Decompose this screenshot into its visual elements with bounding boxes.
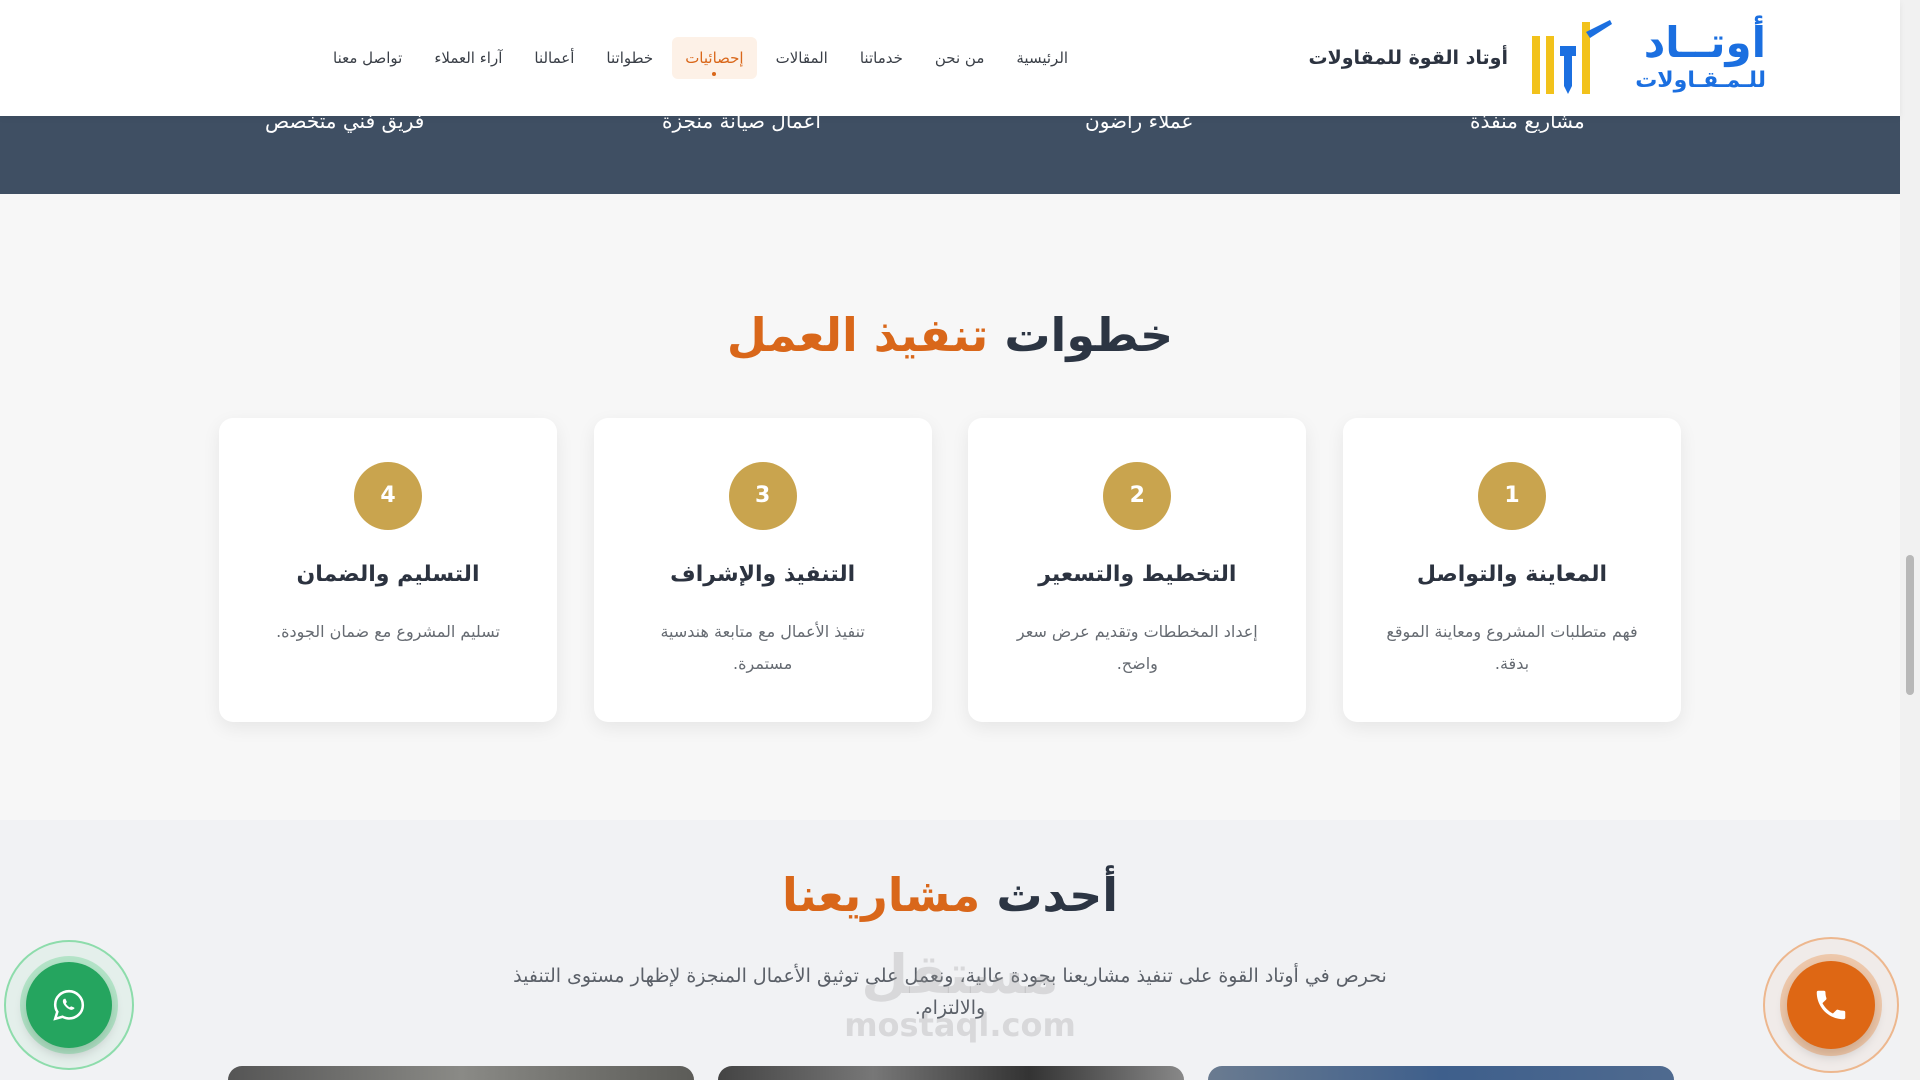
whatsapp-button-core[interactable]: [26, 962, 112, 1048]
step-number-badge: 4: [354, 462, 422, 530]
call-button-core[interactable]: [1787, 961, 1875, 1049]
whatsapp-button[interactable]: [4, 940, 134, 1070]
nav-item-steps[interactable]: خطواتنا: [593, 37, 666, 79]
stat-label: عملاء راضون: [1085, 116, 1194, 133]
steps-title-main: خطوات: [1004, 308, 1174, 362]
logo-tools-icon: [1532, 20, 1612, 94]
step-description: تسليم المشروع مع ضمان الجودة.: [276, 622, 500, 641]
steps-cards: 1 المعاينة والتواصل فهم متطلبات المشروع …: [219, 418, 1681, 722]
brand[interactable]: أوتــاد للـمـقـاولات أوتاد القوة للمقاول…: [1308, 16, 1766, 100]
projects-title-main: أحدث: [996, 868, 1119, 922]
project-thumbnail[interactable]: [228, 1066, 694, 1080]
project-thumbnail[interactable]: [718, 1066, 1184, 1080]
step-number-badge: 1: [1477, 462, 1546, 530]
step-card: 2 التخطيط والتسعير إعداد المخططات وتقديم…: [968, 418, 1307, 722]
steps-title: خطوات تنفيذ العمل: [0, 308, 1900, 362]
step-number-badge: 2: [1103, 462, 1172, 530]
project-thumbnail[interactable]: [1208, 1066, 1674, 1080]
scrollbar-thumb[interactable]: [1906, 555, 1914, 695]
step-number-badge: 3: [728, 462, 797, 530]
page-scrollbar[interactable]: [1900, 0, 1920, 1080]
phone-icon: [1816, 990, 1846, 1020]
stat-label: مشاريع منفذة: [1470, 116, 1585, 133]
nav-item-home[interactable]: الرئيسية: [1003, 37, 1081, 79]
call-button[interactable]: [1763, 937, 1899, 1073]
step-title: التخطيط والتسعير: [1038, 562, 1237, 587]
projects-title: أحدث مشاريعنا: [0, 868, 1900, 922]
logo-main-text: أوتــاد: [1643, 18, 1766, 67]
step-card: 1 المعاينة والتواصل فهم متطلبات المشروع …: [1342, 418, 1681, 722]
nav-item-articles[interactable]: المقالات: [763, 37, 841, 79]
step-title: التنفيذ والإشراف: [670, 562, 856, 587]
step-title: المعاينة والتواصل: [1416, 562, 1608, 587]
site-logo[interactable]: أوتــاد للـمـقـاولات: [1526, 16, 1766, 100]
step-description: تنفيذ الأعمال مع متابعة هندسية مستمرة.: [660, 622, 865, 673]
nav-item-stats[interactable]: إحصائيات: [672, 37, 757, 79]
watermark: مستقل mostaql.com: [830, 945, 1090, 1045]
brand-name[interactable]: أوتاد القوة للمقاولات: [1308, 47, 1508, 69]
step-card: 3 التنفيذ والإشراف تنفيذ الأعمال مع متاب…: [593, 418, 932, 722]
steps-title-accent: تنفيذ العمل: [726, 308, 989, 362]
site-header: أوتــاد للـمـقـاولات أوتاد القوة للمقاول…: [0, 0, 1900, 116]
step-card: 4 التسليم والضمان تسليم المشروع مع ضمان …: [219, 418, 557, 722]
stat-label: أعمال صيانة منجزة: [662, 116, 821, 133]
watermark-latin: mostaql.com: [844, 1006, 1076, 1044]
nav-item-services[interactable]: خدماتنا: [847, 37, 916, 79]
whatsapp-icon: [53, 989, 85, 1021]
watermark-arabic: مستقل: [861, 943, 1059, 1006]
step-title: التسليم والضمان: [296, 562, 480, 587]
stats-band: مشاريع منفذة عملاء راضون أعمال صيانة منج…: [0, 116, 1900, 194]
projects-title-accent: مشاريعنا: [781, 868, 981, 922]
main-nav: تواصل معنا آراء العملاء أعمالنا خطواتنا …: [320, 36, 1120, 80]
logo-sub-text: للـمـقـاولات: [1635, 68, 1766, 93]
step-description: إعداد المخططات وتقديم عرض سعر واضح.: [1016, 622, 1258, 673]
stat-label: فريق فني متخصص: [265, 116, 425, 133]
step-description: فهم متطلبات المشروع ومعاينة الموقع بدقة.: [1386, 622, 1638, 673]
nav-item-about[interactable]: من نحن: [922, 37, 998, 79]
nav-item-testimonials[interactable]: آراء العملاء: [421, 37, 515, 79]
nav-item-portfolio[interactable]: أعمالنا: [521, 37, 587, 79]
nav-item-contact[interactable]: تواصل معنا: [320, 37, 415, 79]
